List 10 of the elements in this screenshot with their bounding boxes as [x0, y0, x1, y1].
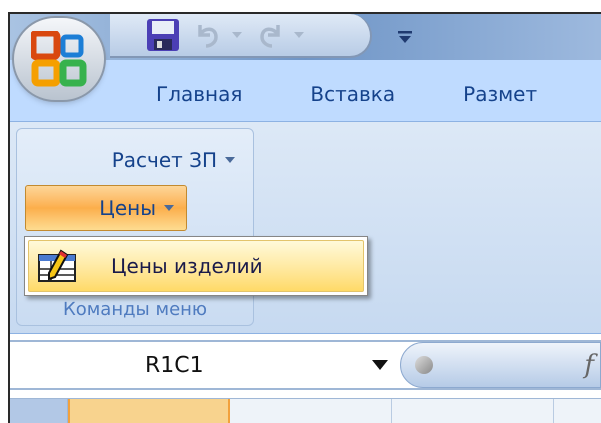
menu-button[interactable]: Цены: [25, 185, 187, 231]
ribbon-tab[interactable]: Вставка: [310, 79, 396, 109]
function-button[interactable]: f: [580, 346, 600, 384]
menu-item[interactable]: Цены изделий: [28, 240, 364, 292]
ribbon-tab[interactable]: Размет: [463, 79, 538, 109]
group-title: Команды меню: [62, 298, 208, 322]
menu-item-label: Цены изделий: [111, 253, 263, 280]
name-box[interactable]: R1C1: [10, 342, 400, 388]
ribbon-tab[interactable]: Главная: [156, 79, 242, 109]
menu-button[interactable]: Расчет ЗП: [112, 145, 235, 175]
